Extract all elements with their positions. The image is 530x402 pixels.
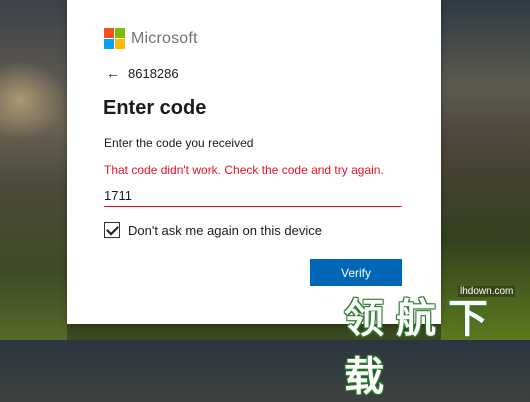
arrow-left-icon[interactable]: ←	[106, 65, 120, 81]
remember-device-checkbox[interactable]	[104, 222, 120, 238]
watermark-url: lhdown.com	[458, 286, 516, 297]
identity-banner: ← 8618286	[106, 65, 179, 81]
microsoft-logo-icon	[104, 28, 125, 49]
remember-device-option[interactable]: Don't ask me again on this device	[104, 222, 322, 238]
page-title: Enter code	[103, 97, 207, 119]
microsoft-logo: Microsoft	[104, 28, 198, 49]
background-glow	[0, 60, 67, 140]
signin-card: Microsoft ← 8618286 Enter code Enter the…	[67, 0, 441, 324]
checkmark-icon	[105, 222, 119, 235]
error-message: That code didn't work. Check the code an…	[104, 163, 384, 177]
code-input[interactable]	[104, 184, 402, 207]
logo-square-yellow	[115, 39, 125, 49]
logo-square-green	[115, 28, 125, 38]
remember-device-label: Don't ask me again on this device	[128, 222, 322, 238]
logo-square-red	[104, 28, 114, 38]
watermark-text: 领航下载	[344, 296, 500, 400]
logo-text: Microsoft	[131, 29, 198, 47]
verify-button[interactable]: Verify	[310, 259, 402, 286]
background-left	[0, 0, 67, 340]
instruction-text: Enter the code you received	[104, 136, 254, 150]
logo-square-blue	[104, 39, 114, 49]
account-identifier: 8618286	[128, 65, 179, 81]
